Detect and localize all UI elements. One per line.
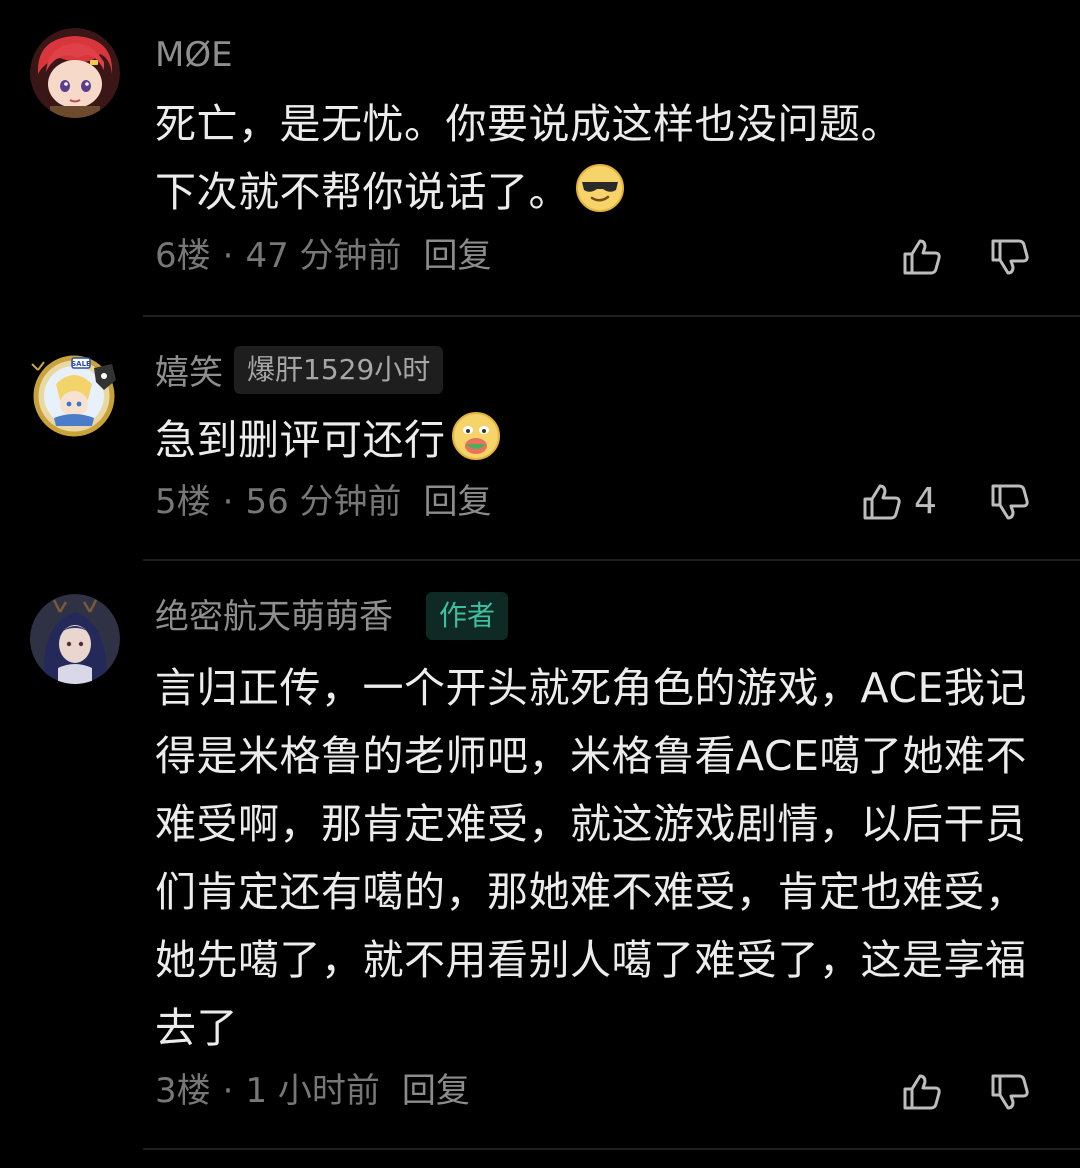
reply-button[interactable]: 回复 [402,1071,470,1111]
cool-sunglasses-emoji [576,164,624,212]
divider [143,559,1080,561]
comment-item: SALE 嬉笑 爆肝1529小时 急到删评可还行 5楼 · 56 分钟前 回复 4 [0,318,1080,562]
avatar[interactable]: SALE [26,340,126,440]
meta-separator: · [222,236,234,276]
comment-meta: 5楼 · 56 分钟前 回复 [155,485,492,519]
dislike-button[interactable] [988,235,1032,279]
username[interactable]: MØE [155,38,233,72]
divider [143,315,1080,317]
username[interactable]: 绝密航天萌萌香 [155,600,393,634]
chewing-face-emoji [451,412,500,460]
floor-number: 6楼 [155,236,211,276]
comment-text: 急到删评可还行 [155,416,446,464]
comment-text: 死亡，是无忧。你要说成这样也没问题。 下次就不帮你说话了。 [155,100,902,216]
like-button[interactable] [900,1070,954,1114]
svg-text:SALE: SALE [71,360,91,368]
thumbs-up-icon [863,484,901,520]
timestamp: 56 分钟前 [245,482,402,522]
floor-number: 3楼 [155,1071,211,1111]
like-button[interactable] [900,235,954,279]
level-badge: 爆肝1529小时 [234,346,444,394]
dislike-button[interactable] [988,1070,1032,1114]
thumbs-down-icon [991,239,1029,275]
like-button[interactable]: 4 [860,480,937,524]
reply-button[interactable]: 回复 [424,482,492,522]
comment-text: 言归正传，一个开头就死角色的游戏，ACE我记得是米格鲁的老师吧，米格鲁看ACE噶… [155,664,1027,1052]
thumbs-up-icon [903,1074,941,1110]
floor-number: 5楼 [155,482,211,522]
comment-meta: 3楼 · 1 小时前 回复 [155,1074,470,1108]
comment-body: 死亡，是无忧。你要说成这样也没问题。 下次就不帮你说话了。 [155,90,1045,226]
comment-item: MØE 死亡，是无忧。你要说成这样也没问题。 下次就不帮你说话了。 6楼 · 47 … [0,0,1080,318]
username[interactable]: 嬉笑 [155,356,223,390]
timestamp: 1 小时前 [245,1071,380,1111]
author-badge: 作者 [426,592,509,640]
meta-separator: · [222,482,234,522]
thumbs-down-icon [991,1074,1029,1110]
like-count: 4 [914,481,937,522]
reply-button[interactable]: 回复 [424,236,492,276]
divider [143,1148,1080,1150]
timestamp: 47 分钟前 [245,236,402,276]
avatar[interactable] [30,594,120,684]
thumbs-up-icon [903,239,941,275]
dislike-button[interactable] [988,480,1032,524]
avatar[interactable] [30,28,120,118]
thumbs-down-icon [991,484,1029,520]
comment-body: 言归正传，一个开头就死角色的游戏，ACE我记得是米格鲁的老师吧，米格鲁看ACE噶… [155,654,1045,1062]
comment-meta: 6楼 · 47 分钟前 回复 [155,239,492,273]
comment-body: 急到删评可还行 [155,406,1045,474]
meta-separator: · [222,1071,234,1111]
comment-item: 绝密航天萌萌香 作者 言归正传，一个开头就死角色的游戏，ACE我记得是米格鲁的老… [0,562,1080,1168]
